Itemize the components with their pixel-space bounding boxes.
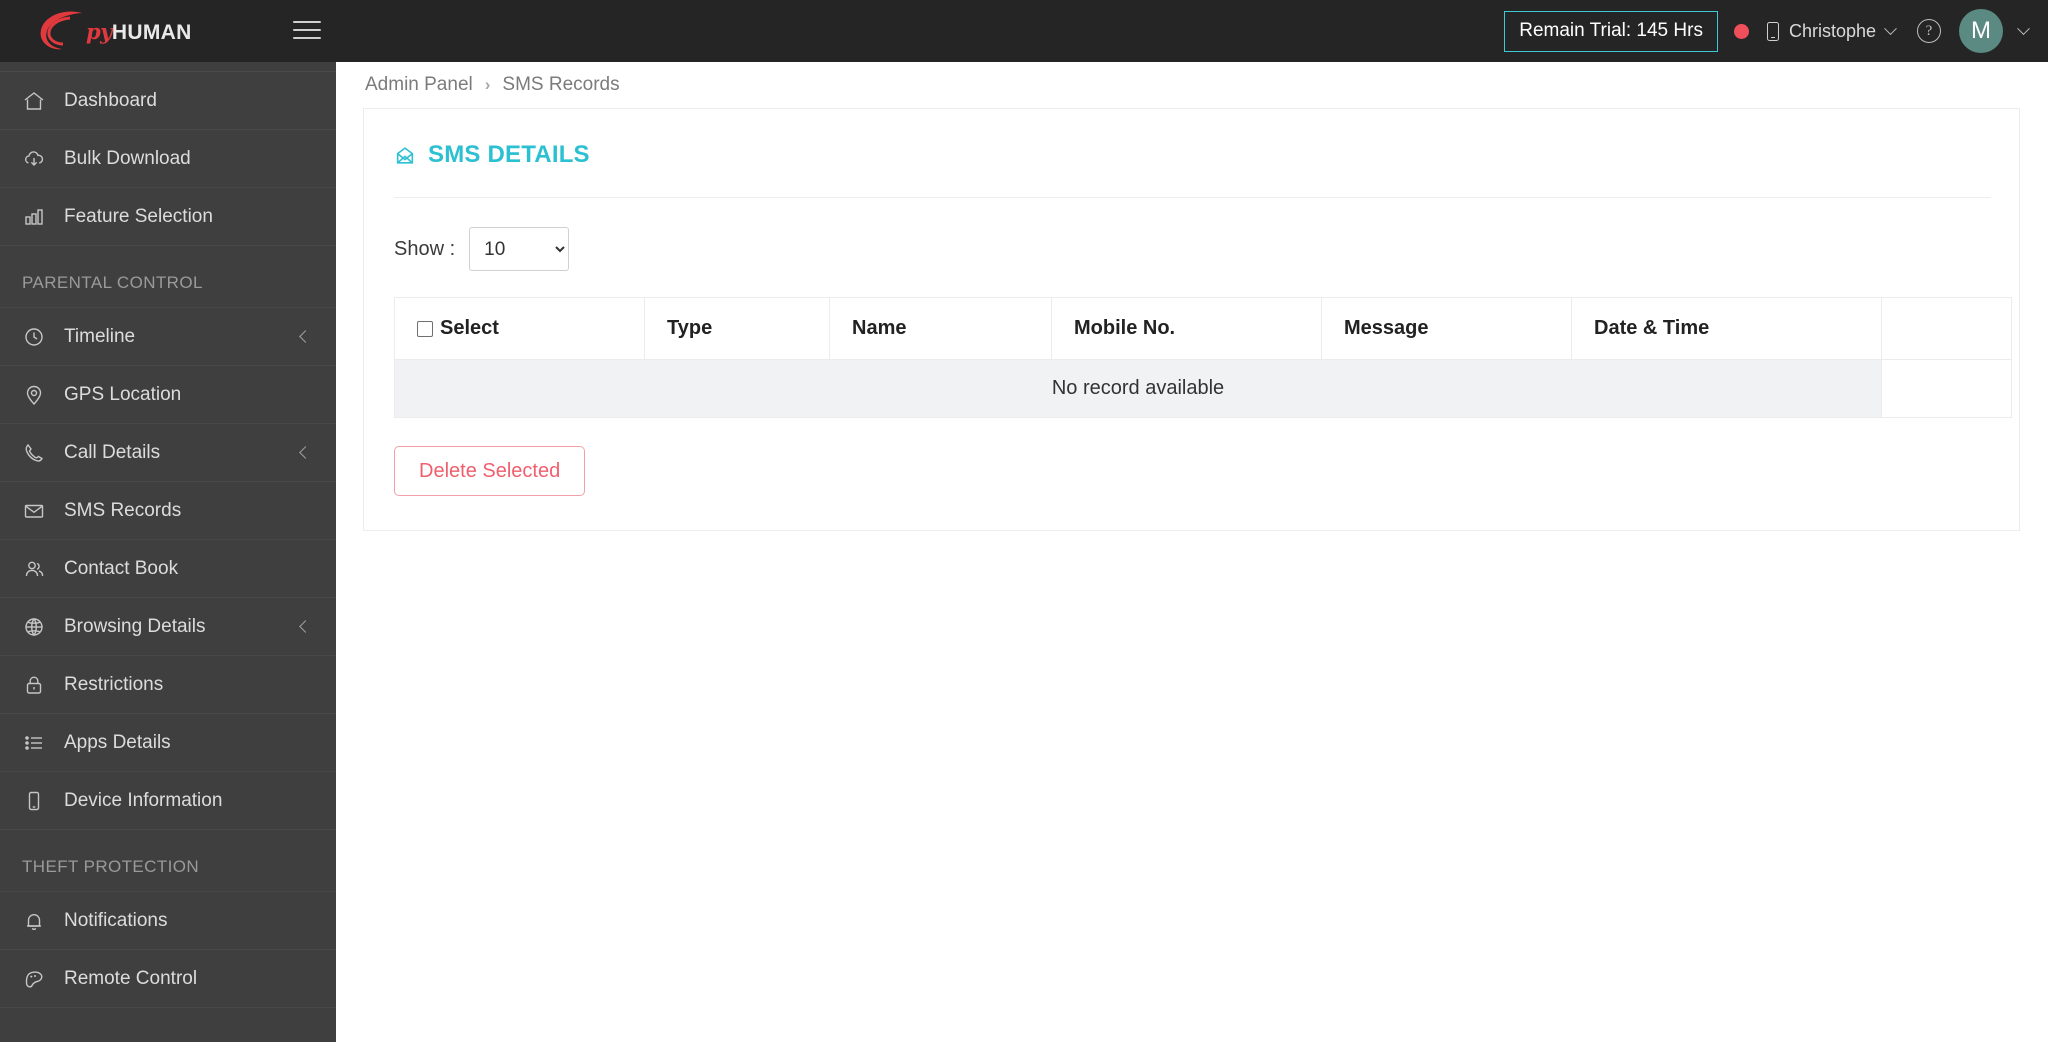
sidebar-item-device-information[interactable]: Device Information (0, 772, 336, 830)
column-header-date-time[interactable]: Date & Time (1571, 297, 1882, 360)
bell-icon (22, 909, 56, 933)
topbar-right-group: Remain Trial: 145 Hrs Christophe ? M (1504, 0, 2030, 62)
brand-zone: pyHUMAN (0, 0, 336, 62)
logo-human-text: HUMAN (111, 21, 192, 44)
select-all-checkbox[interactable] (417, 320, 433, 337)
column-header-name[interactable]: Name (829, 297, 1052, 360)
sidebar-label: Restrictions (64, 673, 164, 695)
mobile-phone-icon (1766, 21, 1779, 41)
chevron-left-icon[interactable] (299, 446, 312, 459)
device-name-label: Christophe (1788, 20, 1876, 41)
sidebar-item-dashboard[interactable]: Dashboard (0, 72, 336, 130)
open-envelope-icon (394, 144, 416, 166)
sidebar-item-contact-book[interactable]: Contact Book (0, 540, 336, 598)
sms-records-table: Select Type Name Mobile No. Message Date… (394, 297, 2012, 418)
logo-text: pyHUMAN (86, 19, 192, 45)
column-header-type[interactable]: Type (644, 297, 830, 360)
sidebar-section-theft-protection: THEFT PROTECTION (0, 830, 336, 892)
remote-control-icon (22, 967, 56, 991)
sidebar-section-parental-control: PARENTAL CONTROL (0, 246, 336, 308)
clock-icon (22, 325, 56, 349)
help-icon[interactable]: ? (1917, 19, 1941, 43)
avatar[interactable]: M (1959, 9, 2003, 53)
sidebar-item-sms-records[interactable]: SMS Records (0, 482, 336, 540)
top-navigation-bar: pyHUMAN Remain Trial: 145 Hrs Christophe… (0, 0, 2048, 62)
hamburger-menu-icon[interactable] (290, 14, 324, 46)
column-header-actions (1881, 297, 2012, 360)
sidebar-label: Device Information (64, 789, 223, 811)
sidebar-item-timeline[interactable]: Timeline (0, 308, 336, 366)
sidebar-label: Bulk Download (64, 147, 191, 169)
device-selector[interactable]: Christophe (1766, 20, 1897, 42)
card-header: SMS DETAILS (364, 109, 2019, 169)
sidebar-item-remote-control[interactable]: Remote Control (0, 950, 336, 1008)
home-icon (22, 89, 56, 113)
table-head: Select Type Name Mobile No. Message Date… (394, 297, 2012, 360)
sidebar: Dashboard Bulk Download Feature Selectio… (0, 62, 336, 1042)
sidebar-label: Remote Control (64, 967, 198, 989)
column-header-select: Select (394, 297, 645, 360)
show-entries-select[interactable]: 10 25 50 100 (469, 227, 570, 271)
phone-handset-icon (22, 441, 56, 465)
sidebar-label: Notifications (64, 909, 168, 931)
mobile-phone-icon (22, 789, 56, 813)
sidebar-label: Timeline (64, 325, 136, 347)
sms-details-card: SMS DETAILS Show : 10 25 50 100 Select (363, 108, 2020, 531)
list-icon (22, 731, 56, 755)
sidebar-label: Feature Selection (64, 205, 213, 227)
map-pin-icon (22, 383, 56, 407)
sidebar-label: Apps Details (64, 731, 171, 753)
column-header-message[interactable]: Message (1321, 297, 1572, 360)
empty-state-message: No record available (394, 359, 1882, 418)
sidebar-item-feature-selection[interactable]: Feature Selection (0, 188, 336, 246)
sidebar-label: GPS Location (64, 383, 182, 405)
sidebar-top-spacer (0, 62, 336, 72)
globe-icon (22, 615, 56, 639)
sidebar-item-bulk-download[interactable]: Bulk Download (0, 130, 336, 188)
sidebar-label: Contact Book (64, 557, 179, 579)
card-title: SMS DETAILS (428, 141, 590, 168)
avatar-chevron-down-icon[interactable] (2017, 21, 2030, 35)
show-label: Show : (394, 237, 456, 260)
bar-chart-icon (22, 205, 56, 229)
cloud-download-icon (22, 147, 56, 171)
sidebar-item-restrictions[interactable]: Restrictions (0, 656, 336, 714)
chevron-left-icon[interactable] (299, 330, 312, 343)
column-header-mobile-no[interactable]: Mobile No. (1051, 297, 1322, 360)
trial-status-badge[interactable]: Remain Trial: 145 Hrs (1504, 10, 1718, 52)
breadcrumb: Admin Panel › SMS Records (336, 62, 2048, 108)
sidebar-label: Dashboard (64, 89, 157, 111)
sidebar-item-gps-location[interactable]: GPS Location (0, 366, 336, 424)
sidebar-item-apps-details[interactable]: Apps Details (0, 714, 336, 772)
envelope-icon (22, 499, 56, 523)
sidebar-label: Call Details (64, 441, 161, 463)
chevron-left-icon[interactable] (299, 620, 312, 633)
sidebar-label: SMS Records (64, 499, 182, 521)
table-header-row: Select Type Name Mobile No. Message Date… (394, 297, 2012, 360)
sidebar-label: Browsing Details (64, 615, 206, 637)
breadcrumb-current: SMS Records (502, 74, 620, 95)
breadcrumb-root[interactable]: Admin Panel (365, 74, 473, 96)
contacts-icon (22, 557, 56, 581)
breadcrumb-separator-icon: › (484, 75, 491, 94)
show-entries-row: Show : 10 25 50 100 (364, 198, 2019, 271)
empty-row-filler-cell (1881, 359, 2012, 418)
logo-spy-text: py (86, 19, 112, 44)
main-content: Admin Panel › SMS Records SMS DETAILS Sh… (336, 62, 2048, 1042)
sidebar-item-call-details[interactable]: Call Details (0, 424, 336, 482)
table-empty-row: No record available (394, 359, 2012, 418)
table-body: No record available (394, 359, 2012, 418)
lock-icon (22, 673, 56, 697)
delete-selected-button[interactable]: Delete Selected (394, 446, 586, 496)
connection-status-dot (1733, 23, 1749, 39)
chevron-down-icon (1884, 21, 1897, 35)
sidebar-item-notifications[interactable]: Notifications (0, 892, 336, 950)
sidebar-item-browsing-details[interactable]: Browsing Details (0, 598, 336, 656)
spyhuman-logo[interactable]: pyHUMAN (36, 10, 236, 52)
column-header-select-label: Select (440, 317, 499, 339)
